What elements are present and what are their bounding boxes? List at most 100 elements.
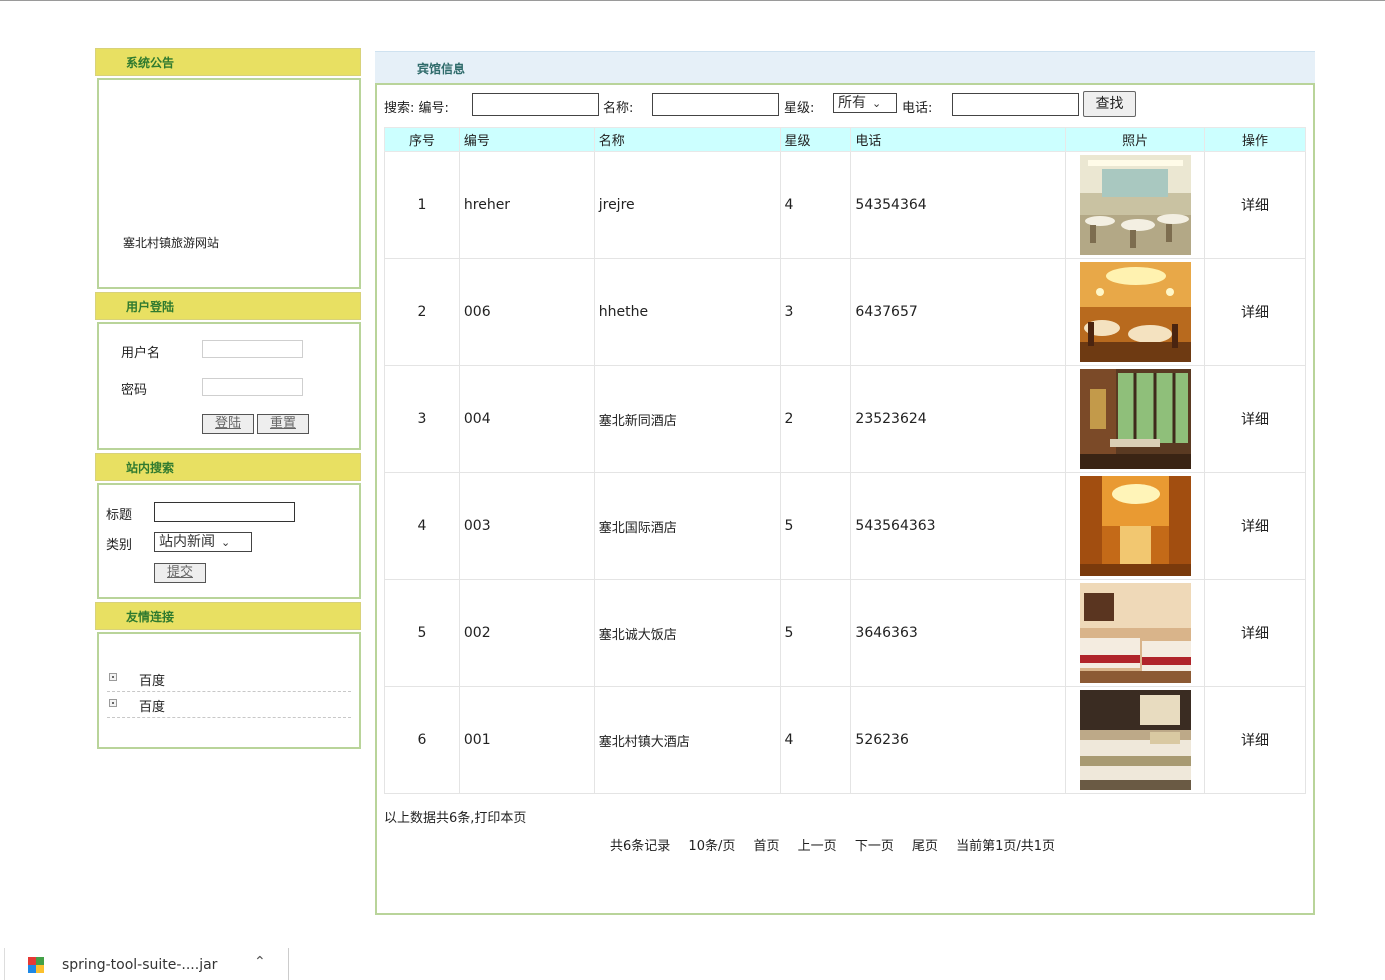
cell-star: 5 <box>779 579 852 687</box>
find-button[interactable]: 查找 <box>1083 91 1136 117</box>
link-item[interactable]: 百度 <box>107 666 351 692</box>
phone-label: 电话: <box>902 101 933 116</box>
site-search-heading: 站内搜索 <box>95 453 361 481</box>
cell-star: 4 <box>779 686 852 794</box>
hotel-photo-restaurant-window[interactable] <box>1079 369 1191 469</box>
star-select[interactable]: 所有 ⌄ <box>833 93 897 113</box>
cell-phone: 3646363 <box>850 579 1067 687</box>
login-panel: 用户名 密码 登陆 重置 <box>97 322 361 450</box>
link-item[interactable]: 百度 <box>107 692 351 718</box>
cell-phone: 6437657 <box>850 258 1067 366</box>
col-star: 星级 <box>779 127 852 152</box>
detail-link[interactable]: 详细 <box>1204 472 1306 580</box>
table-row: 1 hreher jrejre 4 54354364 详细 <box>384 151 1306 259</box>
link-label[interactable]: 百度 <box>139 670 165 689</box>
detail-link[interactable]: 详细 <box>1204 579 1306 687</box>
divider <box>288 948 289 980</box>
col-phone: 电话 <box>850 127 1067 152</box>
password-label: 密码 <box>121 383 148 398</box>
title-label: 标题 <box>106 508 133 523</box>
detail-link[interactable]: 详细 <box>1204 151 1306 259</box>
cell-code: 006 <box>458 258 595 366</box>
bullet-icon <box>109 699 117 707</box>
table-row: 5 002 塞北诚大饭店 5 3646363 详细 <box>384 579 1306 687</box>
phone-input[interactable] <box>952 93 1079 116</box>
col-code: 编号 <box>458 127 595 152</box>
hotel-photo-twin-bedroom[interactable] <box>1079 583 1191 683</box>
hotel-table: 序号 编号 名称 星级 电话 照片 操作 1 hreher jrejre 4 5… <box>384 127 1306 794</box>
pager-last[interactable]: 尾页 <box>912 839 938 854</box>
cell-phone: 526236 <box>850 686 1067 794</box>
pager-first[interactable]: 首页 <box>754 839 780 854</box>
cell-seq: 1 <box>384 151 460 259</box>
col-photo: 照片 <box>1065 127 1206 152</box>
password-input[interactable] <box>202 378 303 396</box>
username-input[interactable] <box>202 340 303 358</box>
cell-name: jrejre <box>593 151 781 259</box>
cell-seq: 6 <box>384 686 460 794</box>
summary-text[interactable]: 以上数据共6条,打印本页 <box>384 807 526 826</box>
table-row: 4 003 塞北国际酒店 5 543564363 详细 <box>384 472 1306 580</box>
notice-panel: 塞北村镇旅游网站 . . . . . . . . . . . <box>97 78 361 289</box>
notice-text: 塞北村镇旅游网站 <box>123 236 220 250</box>
hotel-photo-dining-hall[interactable] <box>1079 155 1191 255</box>
type-select[interactable]: 站内新闻 ⌄ <box>154 532 252 552</box>
star-label: 星级: <box>784 101 815 116</box>
cell-name: 塞北诚大饭店 <box>593 579 781 687</box>
detail-link[interactable]: 详细 <box>1204 258 1306 366</box>
notice-scroll-text: . . . . . . . . . . . <box>123 260 238 266</box>
pager-current: 当前第1页/共1页 <box>956 839 1056 854</box>
cell-code: 004 <box>458 365 595 473</box>
pager-prev[interactable]: 上一页 <box>798 839 837 854</box>
pager-total: 共6条记录 <box>610 839 671 854</box>
cell-code: 001 <box>458 686 595 794</box>
code-input[interactable] <box>472 93 599 116</box>
cell-name: 塞北新同酒店 <box>593 365 781 473</box>
cell-seq: 3 <box>384 365 460 473</box>
cell-name: 塞北国际酒店 <box>593 472 781 580</box>
cell-star: 4 <box>779 151 852 259</box>
download-file-name[interactable]: spring-tool-suite-....jar <box>62 957 217 973</box>
bullet-icon <box>109 673 117 681</box>
title-input[interactable] <box>154 502 295 522</box>
cell-code: 002 <box>458 579 595 687</box>
hotel-info-panel: 搜索: 编号: 名称: 星级: 所有 ⌄ 电话: 查找 序号 编号 名称 星级 电… <box>375 83 1315 915</box>
cell-name: 塞北村镇大酒店 <box>593 686 781 794</box>
col-action: 操作 <box>1204 127 1306 152</box>
cell-star: 3 <box>779 258 852 366</box>
reset-button[interactable]: 重置 <box>257 414 309 434</box>
cell-photo <box>1065 258 1206 366</box>
cell-phone: 54354364 <box>850 151 1067 259</box>
chevron-up-icon[interactable]: ⌃ <box>254 954 266 970</box>
detail-link[interactable]: 详细 <box>1204 365 1306 473</box>
col-seq: 序号 <box>384 127 460 152</box>
cell-code: hreher <box>458 151 595 259</box>
table-row: 2 006 hhethe 3 6437657 详细 <box>384 258 1306 366</box>
filter-bar: 搜索: 编号: 名称: 星级: 所有 ⌄ 电话: 查找 <box>384 91 1304 117</box>
hotel-photo-banquet-hall[interactable] <box>1079 262 1191 362</box>
cell-photo <box>1065 365 1206 473</box>
pagination: 共6条记录 10条/页 首页 上一页 下一页 尾页 当前第1页/共1页 <box>610 835 1069 854</box>
table-header-row: 序号 编号 名称 星级 电话 照片 操作 <box>384 127 1306 152</box>
username-label: 用户名 <box>121 346 161 361</box>
link-label[interactable]: 百度 <box>139 696 165 715</box>
hotel-info-header: 宾馆信息 <box>375 51 1315 83</box>
cell-star: 2 <box>779 365 852 473</box>
hotel-photo-golden-hall[interactable] <box>1079 476 1191 576</box>
divider <box>4 948 5 980</box>
name-label: 名称: <box>603 101 634 116</box>
table-row: 6 001 塞北村镇大酒店 4 526236 详细 <box>384 686 1306 794</box>
cell-star: 5 <box>779 472 852 580</box>
detail-link[interactable]: 详细 <box>1204 686 1306 794</box>
pager-per-page: 10条/页 <box>688 839 736 854</box>
name-input[interactable] <box>652 93 779 116</box>
chevron-down-icon: ⌄ <box>221 536 231 549</box>
cell-name: hhethe <box>593 258 781 366</box>
cell-photo <box>1065 686 1206 794</box>
col-name: 名称 <box>593 127 781 152</box>
login-button[interactable]: 登陆 <box>202 414 254 434</box>
hotel-photo-bedroom-beige[interactable] <box>1079 690 1191 790</box>
submit-button[interactable]: 提交 <box>154 563 206 583</box>
pager-next[interactable]: 下一页 <box>855 839 894 854</box>
cell-phone: 543564363 <box>850 472 1067 580</box>
